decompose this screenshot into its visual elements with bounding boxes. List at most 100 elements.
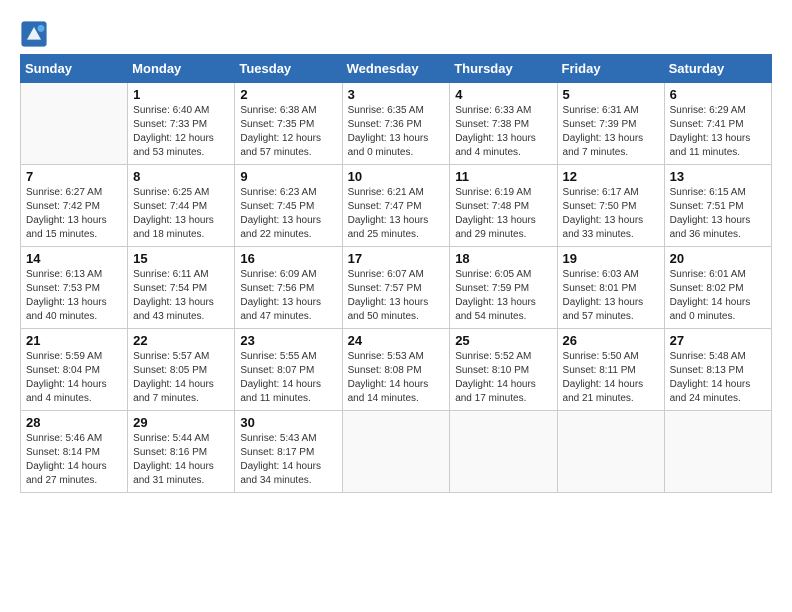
day-number: 6: [670, 87, 766, 102]
day-number: 20: [670, 251, 766, 266]
calendar-cell: 22 Sunrise: 5:57 AM Sunset: 8:05 PM Dayli…: [128, 329, 235, 411]
calendar-cell: 5 Sunrise: 6:31 AM Sunset: 7:39 PM Daylig…: [557, 83, 664, 165]
calendar-cell: 14Sunrise: 6:13 AM Sunset: 7:53 PM Dayli…: [21, 247, 128, 329]
calendar-cell: [450, 411, 557, 493]
day-number: 5: [563, 87, 659, 102]
calendar-cell: 23Sunrise: 5:55 AM Sunset: 8:07 PM Dayli…: [235, 329, 342, 411]
day-number: 30: [240, 415, 336, 430]
day-of-week-header: Friday: [557, 55, 664, 83]
day-info: Sunrise: 6:19 AM Sunset: 7:48 PM Dayligh…: [455, 186, 551, 242]
calendar-cell: 2Sunrise: 6:38 AM Sunset: 7:35 PM Daylig…: [235, 83, 342, 165]
day-of-week-header: Tuesday: [235, 55, 342, 83]
day-info: Sunrise: 6:35 AM Sunset: 7:36 PM Dayligh…: [348, 104, 445, 160]
calendar-cell: 16 Sunrise: 6:09 AM Sunset: 7:56 PM Dayli…: [235, 247, 342, 329]
day-number: 8: [133, 169, 229, 184]
calendar-cell: 10 Sunrise: 6:21 AM Sunset: 7:47 PM Dayli…: [342, 165, 450, 247]
day-number: 11: [455, 169, 551, 184]
day-info: Sunrise: 5:46 AM Sunset: 8:14 PM Dayligh…: [26, 432, 122, 488]
day-info: Sunrise: 5:44 AM Sunset: 8:16 PM Dayligh…: [133, 432, 229, 488]
calendar-cell: [664, 411, 771, 493]
day-info: Sunrise: 6:05 AM Sunset: 7:59 PM Dayligh…: [455, 268, 551, 324]
day-number: 9: [240, 169, 336, 184]
day-info: Sunrise: 5:57 AM Sunset: 8:05 PM Dayligh…: [133, 350, 229, 406]
calendar-cell: 15 Sunrise: 6:11 AM Sunset: 7:54 PM Dayli…: [128, 247, 235, 329]
day-of-week-header: Monday: [128, 55, 235, 83]
day-number: 19: [563, 251, 659, 266]
day-info: Sunrise: 5:50 AM Sunset: 8:11 PM Dayligh…: [563, 350, 659, 406]
day-number: 25: [455, 333, 551, 348]
logo-icon: [20, 20, 48, 48]
day-info: Sunrise: 5:53 AM Sunset: 8:08 PM Dayligh…: [348, 350, 445, 406]
day-info: Sunrise: 5:48 AM Sunset: 8:13 PM Dayligh…: [670, 350, 766, 406]
day-info: Sunrise: 5:59 AM Sunset: 8:04 PM Dayligh…: [26, 350, 122, 406]
day-info: Sunrise: 6:11 AM Sunset: 7:54 PM Dayligh…: [133, 268, 229, 324]
day-of-week-header: Saturday: [664, 55, 771, 83]
day-info: Sunrise: 6:01 AM Sunset: 8:02 PM Dayligh…: [670, 268, 766, 324]
day-number: 7: [26, 169, 122, 184]
day-number: 18: [455, 251, 551, 266]
calendar-week-row: 7 Sunrise: 6:27 AM Sunset: 7:42 PM Daylig…: [21, 165, 772, 247]
calendar-cell: 3 Sunrise: 6:35 AM Sunset: 7:36 PM Daylig…: [342, 83, 450, 165]
day-number: 4: [455, 87, 551, 102]
calendar-week-row: 1Sunrise: 6:40 AM Sunset: 7:33 PM Daylig…: [21, 83, 772, 165]
calendar-cell: 13 Sunrise: 6:15 AM Sunset: 7:51 PM Dayli…: [664, 165, 771, 247]
calendar-cell: [557, 411, 664, 493]
day-info: Sunrise: 6:33 AM Sunset: 7:38 PM Dayligh…: [455, 104, 551, 160]
calendar-cell: 7 Sunrise: 6:27 AM Sunset: 7:42 PM Daylig…: [21, 165, 128, 247]
day-number: 16: [240, 251, 336, 266]
calendar-cell: 9 Sunrise: 6:23 AM Sunset: 7:45 PM Daylig…: [235, 165, 342, 247]
calendar-cell: 24 Sunrise: 5:53 AM Sunset: 8:08 PM Dayli…: [342, 329, 450, 411]
calendar-cell: 17 Sunrise: 6:07 AM Sunset: 7:57 PM Dayli…: [342, 247, 450, 329]
day-number: 10: [348, 169, 445, 184]
day-info: Sunrise: 6:03 AM Sunset: 8:01 PM Dayligh…: [563, 268, 659, 324]
calendar-cell: [342, 411, 450, 493]
day-info: Sunrise: 6:17 AM Sunset: 7:50 PM Dayligh…: [563, 186, 659, 242]
calendar-cell: 20 Sunrise: 6:01 AM Sunset: 8:02 PM Dayli…: [664, 247, 771, 329]
day-info: Sunrise: 6:07 AM Sunset: 7:57 PM Dayligh…: [348, 268, 445, 324]
day-number: 24: [348, 333, 445, 348]
calendar-cell: 21 Sunrise: 5:59 AM Sunset: 8:04 PM Dayli…: [21, 329, 128, 411]
day-number: 3: [348, 87, 445, 102]
calendar-cell: 27 Sunrise: 5:48 AM Sunset: 8:13 PM Dayli…: [664, 329, 771, 411]
day-number: 17: [348, 251, 445, 266]
calendar-week-row: 14Sunrise: 6:13 AM Sunset: 7:53 PM Dayli…: [21, 247, 772, 329]
day-number: 21: [26, 333, 122, 348]
day-number: 27: [670, 333, 766, 348]
calendar-cell: 30 Sunrise: 5:43 AM Sunset: 8:17 PM Dayli…: [235, 411, 342, 493]
day-info: Sunrise: 6:09 AM Sunset: 7:56 PM Dayligh…: [240, 268, 336, 324]
calendar-cell: 28 Sunrise: 5:46 AM Sunset: 8:14 PM Dayli…: [21, 411, 128, 493]
calendar-cell: 12 Sunrise: 6:17 AM Sunset: 7:50 PM Dayli…: [557, 165, 664, 247]
calendar-cell: 25Sunrise: 5:52 AM Sunset: 8:10 PM Dayli…: [450, 329, 557, 411]
day-info: Sunrise: 6:21 AM Sunset: 7:47 PM Dayligh…: [348, 186, 445, 242]
day-info: Sunrise: 5:55 AM Sunset: 8:07 PM Dayligh…: [240, 350, 336, 406]
calendar-cell: 4 Sunrise: 6:33 AM Sunset: 7:38 PM Daylig…: [450, 83, 557, 165]
page-header: [20, 20, 772, 48]
day-of-week-header: Sunday: [21, 55, 128, 83]
calendar-cell: 26Sunrise: 5:50 AM Sunset: 8:11 PM Dayli…: [557, 329, 664, 411]
calendar-week-row: 21 Sunrise: 5:59 AM Sunset: 8:04 PM Dayli…: [21, 329, 772, 411]
logo: [20, 20, 50, 48]
calendar-cell: 8Sunrise: 6:25 AM Sunset: 7:44 PM Daylig…: [128, 165, 235, 247]
day-number: 1: [133, 87, 229, 102]
day-number: 15: [133, 251, 229, 266]
calendar-cell: 19 Sunrise: 6:03 AM Sunset: 8:01 PM Dayli…: [557, 247, 664, 329]
calendar-table: SundayMondayTuesdayWednesdayThursdayFrid…: [20, 54, 772, 493]
calendar-header-row: SundayMondayTuesdayWednesdayThursdayFrid…: [21, 55, 772, 83]
day-info: Sunrise: 5:43 AM Sunset: 8:17 PM Dayligh…: [240, 432, 336, 488]
day-info: Sunrise: 6:31 AM Sunset: 7:39 PM Dayligh…: [563, 104, 659, 160]
day-info: Sunrise: 6:27 AM Sunset: 7:42 PM Dayligh…: [26, 186, 122, 242]
day-number: 28: [26, 415, 122, 430]
calendar-week-row: 28 Sunrise: 5:46 AM Sunset: 8:14 PM Dayli…: [21, 411, 772, 493]
day-number: 13: [670, 169, 766, 184]
day-info: Sunrise: 6:15 AM Sunset: 7:51 PM Dayligh…: [670, 186, 766, 242]
day-of-week-header: Thursday: [450, 55, 557, 83]
calendar-cell: 29 Sunrise: 5:44 AM Sunset: 8:16 PM Dayli…: [128, 411, 235, 493]
day-info: Sunrise: 6:23 AM Sunset: 7:45 PM Dayligh…: [240, 186, 336, 242]
day-number: 12: [563, 169, 659, 184]
calendar-cell: 11 Sunrise: 6:19 AM Sunset: 7:48 PM Dayli…: [450, 165, 557, 247]
calendar-cell: 6Sunrise: 6:29 AM Sunset: 7:41 PM Daylig…: [664, 83, 771, 165]
day-info: Sunrise: 6:13 AM Sunset: 7:53 PM Dayligh…: [26, 268, 122, 324]
calendar-cell: 1Sunrise: 6:40 AM Sunset: 7:33 PM Daylig…: [128, 83, 235, 165]
day-number: 29: [133, 415, 229, 430]
day-number: 22: [133, 333, 229, 348]
